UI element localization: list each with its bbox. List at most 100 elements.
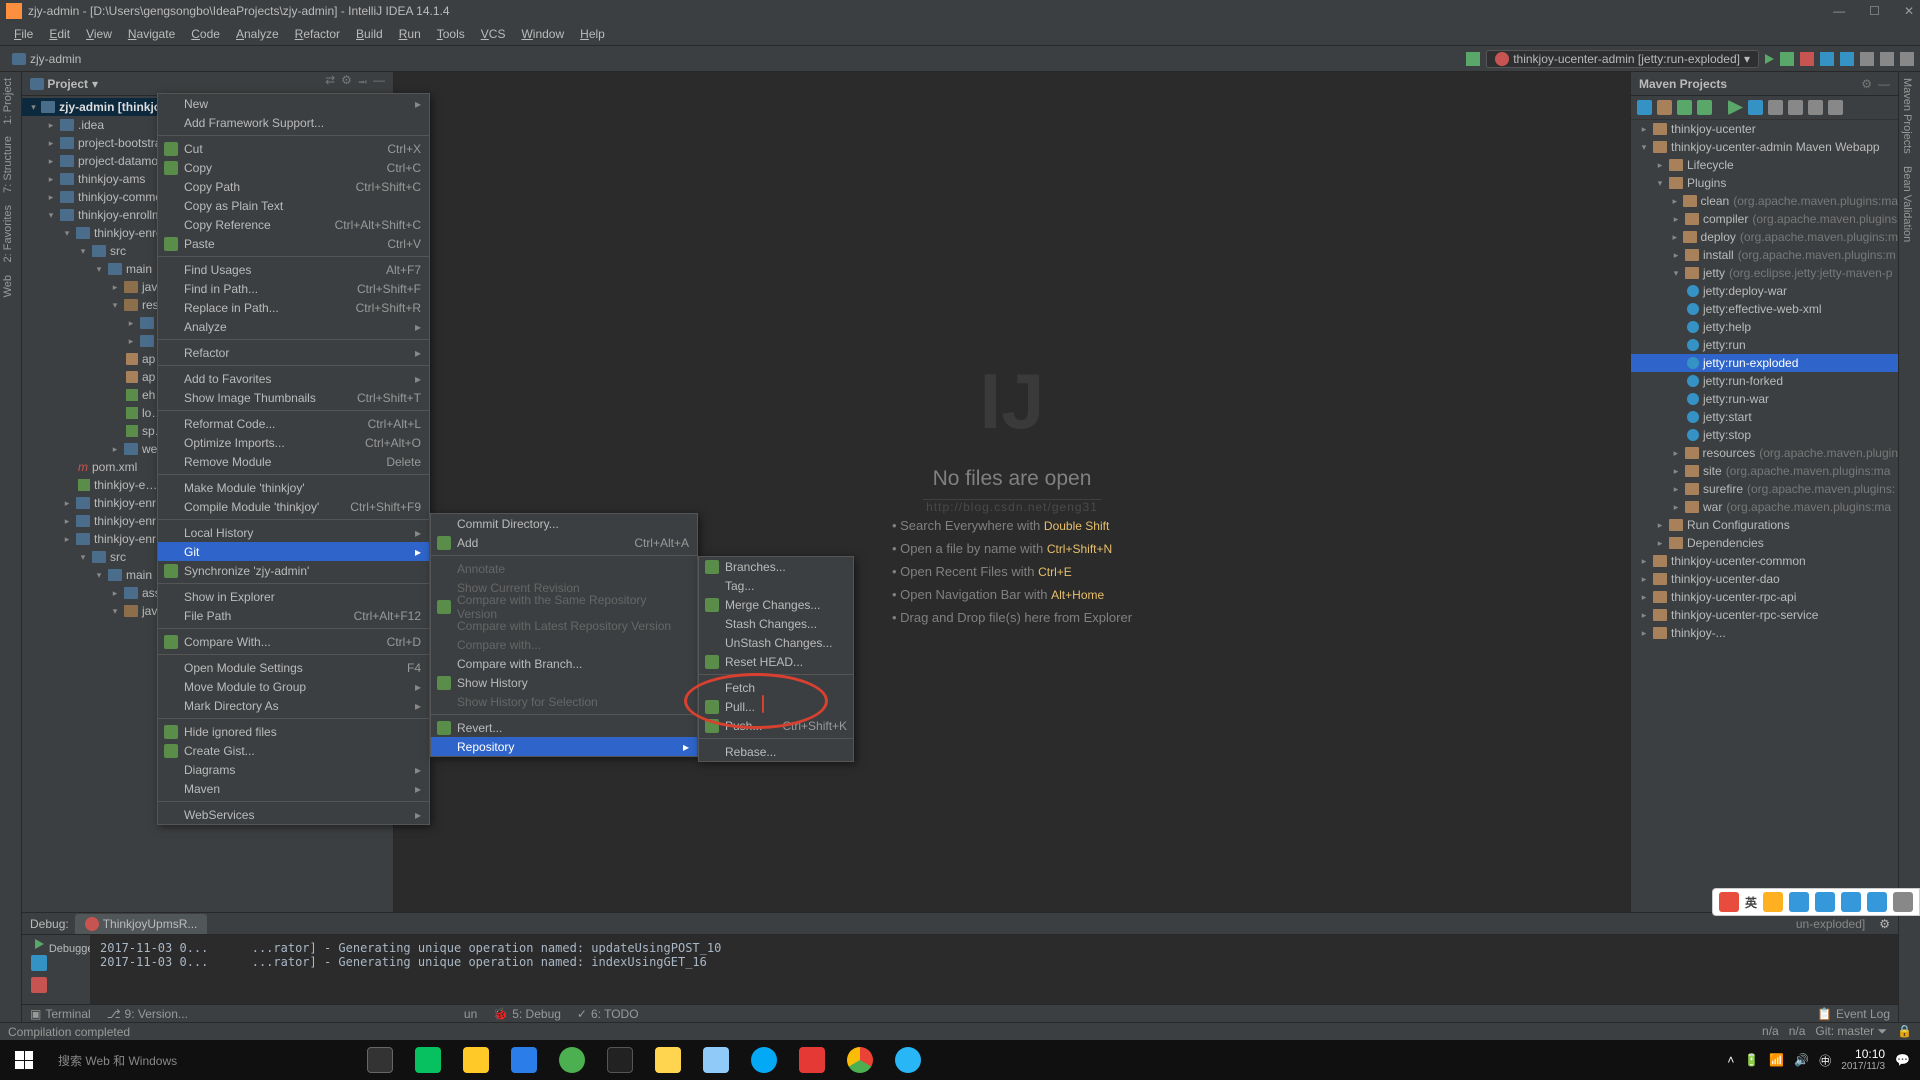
menu-item-pull[interactable]: Pull... [699, 697, 853, 716]
menu-analyze[interactable]: Analyze [228, 25, 287, 43]
menu-item-move-module-to-group[interactable]: Move Module to Group▸ [158, 677, 429, 696]
ime-emoji-icon[interactable] [1763, 892, 1783, 912]
maven-node[interactable]: jetty:help [1631, 318, 1898, 336]
menu-item-open-module-settings[interactable]: Open Module SettingsF4 [158, 658, 429, 677]
menu-edit[interactable]: Edit [41, 25, 78, 43]
make-icon[interactable] [1466, 52, 1480, 66]
close-button[interactable]: ✕ [1904, 4, 1914, 18]
menu-item-add-to-favorites[interactable]: Add to Favorites▸ [158, 369, 429, 388]
debug-settings-icon[interactable]: ⚙ [1879, 917, 1890, 931]
breadcrumb[interactable]: zjy-admin [6, 52, 81, 66]
menu-item-fetch[interactable]: Fetch [699, 678, 853, 697]
menu-item-show-history[interactable]: Show History [431, 673, 697, 692]
tab-event-log[interactable]: 📋 Event Log [1809, 1007, 1898, 1021]
menu-item-reformat-code[interactable]: Reformat Code...Ctrl+Alt+L [158, 414, 429, 433]
menu-item-push[interactable]: Push...Ctrl+Shift+K [699, 716, 853, 735]
maven-node[interactable]: ▸thinkjoy-ucenter-dao [1631, 570, 1898, 588]
menu-file[interactable]: File [6, 25, 41, 43]
menu-item-commit-directory[interactable]: Commit Directory... [431, 514, 697, 533]
tab-todo[interactable]: ✓ 6: TODO [569, 1007, 647, 1021]
maven-tree[interactable]: ▸thinkjoy-ucenter▾thinkjoy-ucenter-admin… [1631, 120, 1898, 642]
tray-ime-icon[interactable]: ㊥ [1819, 1052, 1831, 1069]
menu-view[interactable]: View [78, 25, 120, 43]
tab-project[interactable]: 1: Project [0, 72, 16, 130]
reimport-icon[interactable] [1637, 100, 1652, 115]
menu-item-add-framework-support[interactable]: Add Framework Support... [158, 113, 429, 132]
ime-keyboard-icon[interactable] [1815, 892, 1835, 912]
tab-structure[interactable]: 7: Structure [0, 130, 16, 199]
tab-maven[interactable]: Maven Projects [1899, 72, 1915, 160]
project-context-menu[interactable]: New▸Add Framework Support...CutCtrl+XCop… [157, 93, 430, 825]
maven-node[interactable]: ▾Plugins [1631, 174, 1898, 192]
maven-node[interactable]: ▾jetty (org.eclipse.jetty:jetty-maven-p [1631, 264, 1898, 282]
git-submenu[interactable]: Commit Directory...AddCtrl+Alt+AAnnotate… [430, 513, 698, 757]
settings-icon[interactable] [1880, 52, 1894, 66]
console-output[interactable]: 2017-11-03 0... ...rator] - Generating u… [90, 935, 1898, 1004]
maven-node[interactable]: ▾thinkjoy-ucenter-admin Maven Webapp [1631, 138, 1898, 156]
explorer-icon[interactable] [454, 1040, 498, 1080]
debug-session-tab[interactable]: ThinkjoyUpmsR... [75, 914, 208, 934]
scroll-to-source-icon[interactable]: ⇄ [325, 73, 335, 94]
hide-icon[interactable]: — [373, 73, 385, 94]
run-goal-icon[interactable] [1728, 100, 1743, 115]
menu-tools[interactable]: Tools [429, 25, 473, 43]
status-lock-icon[interactable]: 🔒 [1897, 1024, 1912, 1039]
download-icon[interactable] [1677, 100, 1692, 115]
tray-chevron[interactable]: ˄ [1727, 1053, 1734, 1067]
collapse-icon[interactable]: ⭲ [358, 73, 367, 94]
menu-item-replace-in-path[interactable]: Replace in Path...Ctrl+Shift+R [158, 298, 429, 317]
menu-navigate[interactable]: Navigate [120, 25, 183, 43]
repository-submenu[interactable]: Branches...Tag...Merge Changes...Stash C… [698, 556, 854, 762]
menu-item-revert[interactable]: Revert... [431, 718, 697, 737]
menu-item-compile-module-thinkjoy[interactable]: Compile Module 'thinkjoy'Ctrl+Shift+F9 [158, 497, 429, 516]
maven-node[interactable]: jetty:start [1631, 408, 1898, 426]
project-structure-icon[interactable] [1860, 52, 1874, 66]
maven-node[interactable]: ▸war (org.apache.maven.plugins:ma [1631, 498, 1898, 516]
stop-button[interactable] [1800, 52, 1814, 66]
maven-node[interactable]: ▸resources (org.apache.maven.plugin [1631, 444, 1898, 462]
menu-item-remove-module[interactable]: Remove ModuleDelete [158, 452, 429, 471]
cmd-icon[interactable] [598, 1040, 642, 1080]
foxit-icon[interactable] [790, 1040, 834, 1080]
tab-favorites[interactable]: 2: Favorites [0, 199, 16, 268]
maximize-button[interactable]: ☐ [1869, 4, 1880, 18]
maven-node[interactable]: ▸Lifecycle [1631, 156, 1898, 174]
menu-item-new[interactable]: New▸ [158, 94, 429, 113]
menu-item-compare-with[interactable]: Compare With...Ctrl+D [158, 632, 429, 651]
menu-item-show-image-thumbnails[interactable]: Show Image ThumbnailsCtrl+Shift+T [158, 388, 429, 407]
tab-run[interactable]: un [456, 1007, 485, 1021]
menu-help[interactable]: Help [572, 25, 613, 43]
menu-run[interactable]: Run [391, 25, 429, 43]
tray-battery-icon[interactable]: 🔋 [1744, 1053, 1759, 1067]
tab-web[interactable]: Web [0, 269, 16, 303]
collapse-all-icon[interactable] [1808, 100, 1823, 115]
show-deps-icon[interactable] [1788, 100, 1803, 115]
menu-item-unstash-changes[interactable]: UnStash Changes... [699, 633, 853, 652]
intellij-taskbar-icon[interactable] [502, 1040, 546, 1080]
menu-item-add[interactable]: AddCtrl+Alt+A [431, 533, 697, 552]
menu-item-file-path[interactable]: File PathCtrl+Alt+F12 [158, 606, 429, 625]
tray-time[interactable]: 10:10 [1841, 1048, 1885, 1061]
maven-node[interactable]: ▸thinkjoy-ucenter [1631, 120, 1898, 138]
menu-vcs[interactable]: VCS [473, 25, 514, 43]
gear-icon[interactable]: ⚙ [341, 73, 352, 94]
menu-refactor[interactable]: Refactor [287, 25, 348, 43]
vcs-commit-icon[interactable] [1840, 52, 1854, 66]
stop-icon[interactable] [31, 977, 47, 993]
maven-node[interactable]: jetty:deploy-war [1631, 282, 1898, 300]
maven-node[interactable]: ▸thinkjoy-ucenter-rpc-service [1631, 606, 1898, 624]
maven-node[interactable]: ▸clean (org.apache.maven.plugins:ma [1631, 192, 1898, 210]
maven-node[interactable]: jetty:run-forked [1631, 372, 1898, 390]
chrome-icon[interactable] [838, 1040, 882, 1080]
generate-sources-icon[interactable] [1657, 100, 1672, 115]
menu-item-find-usages[interactable]: Find UsagesAlt+F7 [158, 260, 429, 279]
menu-item-hide-ignored-files[interactable]: Hide ignored files [158, 722, 429, 741]
qq-browser-icon[interactable] [742, 1040, 786, 1080]
wechat-icon[interactable] [406, 1040, 450, 1080]
minimize-button[interactable]: — [1833, 4, 1845, 18]
menu-item-repository[interactable]: Repository▸ [431, 737, 697, 756]
menu-item-stash-changes[interactable]: Stash Changes... [699, 614, 853, 633]
maven-node[interactable]: jetty:stop [1631, 426, 1898, 444]
tab-bean-validation[interactable]: Bean Validation [1899, 160, 1915, 248]
menu-item-paste[interactable]: PasteCtrl+V [158, 234, 429, 253]
